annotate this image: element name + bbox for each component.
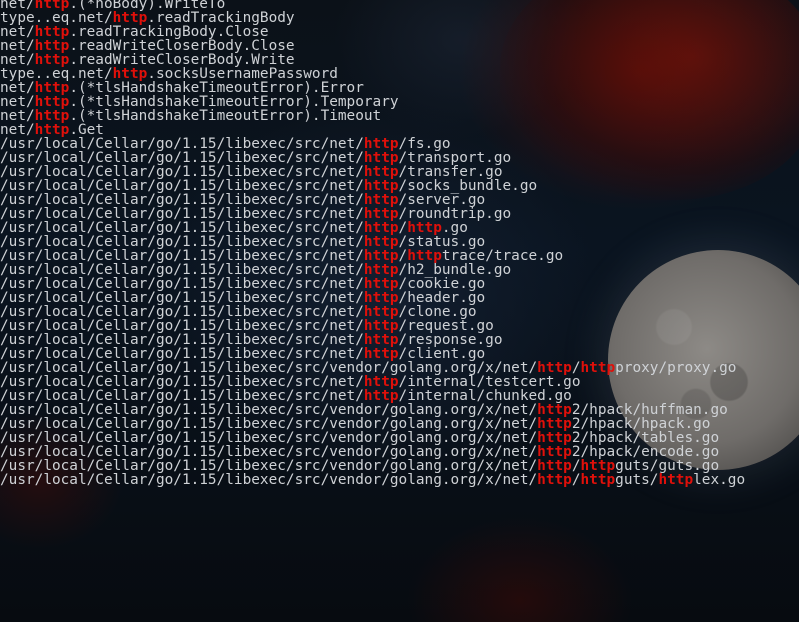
search-match-highlight: http (580, 472, 616, 488)
terminal-line: /usr/local/Cellar/go/1.15/libexec/src/ve… (0, 472, 746, 488)
search-match-highlight: http (658, 472, 694, 488)
search-match-highlight: http (537, 472, 572, 488)
terminal-output[interactable]: net/http.(*noBody).WriteTo type..eq.net/h… (0, 0, 745, 489)
search-match-highlight: http (580, 360, 616, 376)
terminal-window[interactable]: net/http.(*noBody).WriteTo type..eq.net/h… (0, 0, 799, 622)
